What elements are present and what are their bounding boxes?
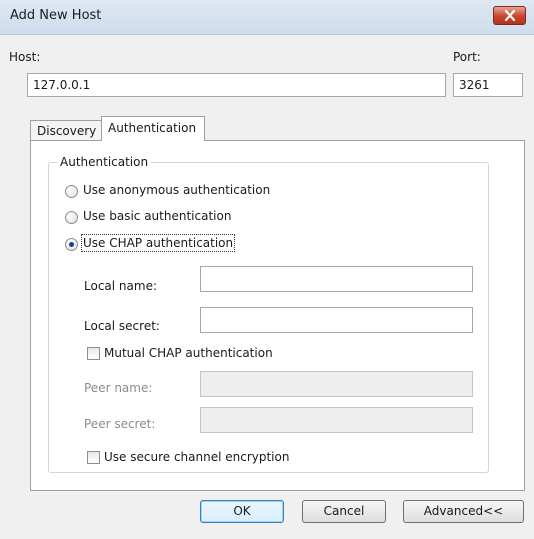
basic-auth-label[interactable]: Use basic authentication [83,209,231,223]
peer-secret-input [200,407,473,433]
local-secret-input[interactable] [200,307,473,333]
secure-channel-checkbox[interactable] [87,451,100,464]
window-title: Add New Host [10,8,102,23]
chap-auth-radio[interactable] [65,238,78,251]
cancel-button[interactable]: Cancel [302,500,386,523]
tab-discovery[interactable]: Discovery [30,120,102,141]
advanced-button[interactable]: Advanced<< [403,500,524,523]
anonymous-auth-radio[interactable] [65,185,78,198]
dialog-body: Host: Port: Discovery Authentication Aut… [0,35,534,539]
tab-label: Discovery [37,124,97,138]
close-button[interactable] [493,6,526,25]
peer-secret-label: Peer secret: [84,417,156,431]
ok-button[interactable]: OK [200,500,284,523]
local-name-input[interactable] [200,266,473,292]
host-label: Host: [9,50,41,64]
title-bar[interactable]: Add New Host [0,0,534,35]
port-label: Port: [453,50,481,64]
mutual-chap-label[interactable]: Mutual CHAP authentication [104,346,273,360]
authentication-tab-panel: Authentication Use anonymous authenticat… [30,140,525,491]
host-input[interactable] [27,73,446,97]
group-title: Authentication [57,155,152,169]
secure-channel-label[interactable]: Use secure channel encryption [104,450,289,464]
tab-authentication[interactable]: Authentication [101,116,205,141]
chap-auth-label[interactable]: Use CHAP authentication [80,234,236,252]
basic-auth-radio[interactable] [65,211,78,224]
close-icon [504,10,516,21]
mutual-chap-checkbox[interactable] [87,347,100,360]
anonymous-auth-label[interactable]: Use anonymous authentication [83,183,270,197]
peer-name-input [200,371,473,397]
peer-name-label: Peer name: [84,381,153,395]
port-input[interactable] [453,73,523,97]
local-secret-label: Local secret: [84,319,160,333]
add-new-host-dialog: Add New Host Host: Port: Discovery Authe… [0,0,534,539]
tab-label: Authentication [108,121,197,135]
local-name-label: Local name: [84,279,157,293]
